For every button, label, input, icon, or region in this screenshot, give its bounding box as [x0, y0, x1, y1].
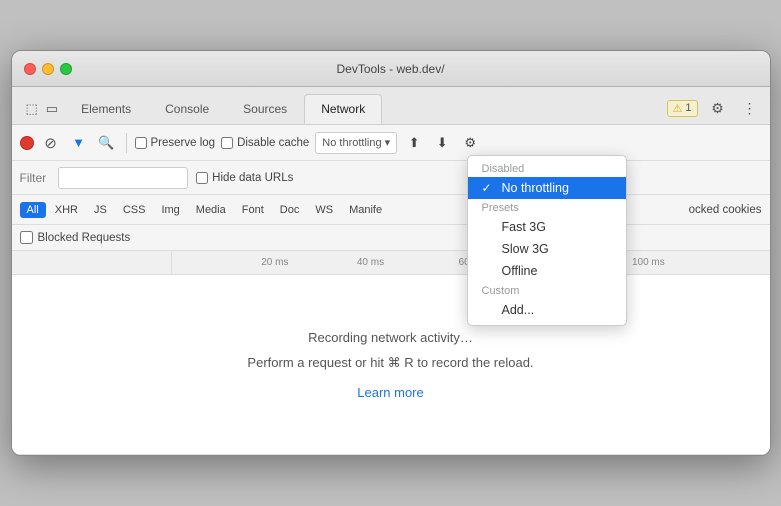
filter-label: Filter — [20, 171, 47, 185]
tab-network[interactable]: Network — [304, 94, 382, 124]
blocked-requests-row: Blocked Requests — [12, 225, 770, 251]
hide-data-urls-label[interactable]: Hide data URLs — [196, 172, 293, 184]
disable-cache-label[interactable]: Disable cache — [221, 137, 309, 149]
type-font[interactable]: Font — [235, 202, 271, 218]
menu-item-offline[interactable]: Offline — [468, 260, 626, 282]
separator — [126, 133, 127, 153]
filter-toggle-button[interactable]: ▼ — [68, 132, 90, 154]
preserve-log-checkbox[interactable] — [135, 137, 147, 149]
type-media[interactable]: Media — [189, 202, 233, 218]
network-settings-button[interactable]: ⚙ — [459, 132, 481, 154]
settings-button[interactable]: ⚙ — [706, 96, 730, 120]
timeline-header: 20 ms 40 ms 60 ms 100 ms — [12, 251, 770, 275]
menu-item-add[interactable]: Add... — [468, 299, 626, 321]
filter-input[interactable] — [58, 167, 188, 189]
devtools-window: DevTools - web.dev/ ⬚ ▭ Elements Console… — [11, 50, 771, 456]
blocked-requests-checkbox[interactable] — [20, 231, 33, 244]
record-button[interactable] — [20, 136, 34, 150]
timeline-mark-100ms: 100 ms — [632, 257, 665, 268]
hide-data-urls-checkbox[interactable] — [196, 172, 208, 184]
panel-icons: ⬚ ▭ — [20, 94, 65, 124]
timeline-mark-40ms: 40 ms — [357, 257, 384, 268]
type-css[interactable]: CSS — [116, 202, 153, 218]
close-button[interactable] — [24, 63, 36, 75]
warning-count: 1 — [685, 102, 691, 114]
section-disabled: Disabled — [468, 160, 626, 177]
warning-icon: ⚠ — [673, 102, 683, 115]
filterbar: Filter Hide data URLs — [12, 161, 770, 195]
typebar: All XHR JS CSS Img Media Font Doc — [12, 195, 770, 225]
menu-item-no-throttling[interactable]: ✓ No throttling — [468, 177, 626, 199]
blocked-requests-label: Blocked Requests — [38, 232, 131, 244]
timeline-mark-20ms: 20 ms — [261, 257, 288, 268]
throttling-button[interactable]: No throttling ▾ — [315, 132, 397, 154]
type-manifest[interactable]: Manife — [342, 202, 389, 218]
clear-button[interactable]: ⊘ — [40, 132, 62, 154]
download-button[interactable]: ⬇ — [431, 132, 453, 154]
tab-elements[interactable]: Elements — [64, 94, 148, 124]
device-icon[interactable]: ▭ — [46, 101, 58, 117]
warning-badge[interactable]: ⚠ 1 — [667, 100, 698, 117]
type-xhr[interactable]: XHR — [48, 202, 85, 218]
throttling-dropdown: Disabled ✓ No throttling Presets Fast 3G… — [467, 155, 627, 326]
type-ws[interactable]: WS — [308, 202, 340, 218]
type-img[interactable]: Img — [154, 202, 186, 218]
type-all[interactable]: All — [20, 202, 46, 218]
more-button[interactable]: ⋮ — [738, 96, 762, 120]
traffic-lights — [24, 63, 72, 75]
menu-item-fast-3g[interactable]: Fast 3G — [468, 216, 626, 238]
titlebar: DevTools - web.dev/ — [12, 51, 770, 87]
tabbar: ⬚ ▭ Elements Console Sources Network ⚠ 1… — [12, 87, 770, 125]
perform-text: Perform a request or hit ⌘ R to record t… — [247, 355, 533, 371]
section-presets: Presets — [468, 199, 626, 216]
more-icon: ⋮ — [743, 100, 757, 117]
learn-more-link[interactable]: Learn more — [357, 385, 423, 400]
type-js[interactable]: JS — [87, 202, 114, 218]
window-title: DevTools - web.dev/ — [336, 62, 444, 76]
timeline-left — [12, 251, 172, 274]
maximize-button[interactable] — [60, 63, 72, 75]
preserve-log-label[interactable]: Preserve log — [135, 137, 216, 149]
upload-button[interactable]: ⬆ — [403, 132, 425, 154]
disable-cache-checkbox[interactable] — [221, 137, 233, 149]
main-toolbar: ⊘ ▼ 🔍 Preserve log Disable cache No thro… — [12, 125, 770, 161]
menu-item-slow-3g[interactable]: Slow 3G — [468, 238, 626, 260]
main-content: Recording network activity… Perform a re… — [12, 275, 770, 455]
minimize-button[interactable] — [42, 63, 54, 75]
tab-sources[interactable]: Sources — [226, 94, 304, 124]
checkmark-icon: ✓ — [482, 181, 496, 195]
gear-icon: ⚙ — [711, 100, 724, 117]
tabbar-right: ⚠ 1 ⚙ ⋮ — [667, 96, 762, 124]
type-doc[interactable]: Doc — [273, 202, 307, 218]
search-button[interactable]: 🔍 — [96, 132, 118, 154]
cursor-icon[interactable]: ⬚ — [26, 101, 38, 117]
recording-text: Recording network activity… — [308, 330, 473, 345]
blocked-cookies: ocked cookies — [689, 204, 762, 216]
tab-console[interactable]: Console — [148, 94, 226, 124]
devtools-body: ⊘ ▼ 🔍 Preserve log Disable cache No thro… — [12, 125, 770, 455]
section-custom: Custom — [468, 282, 626, 299]
